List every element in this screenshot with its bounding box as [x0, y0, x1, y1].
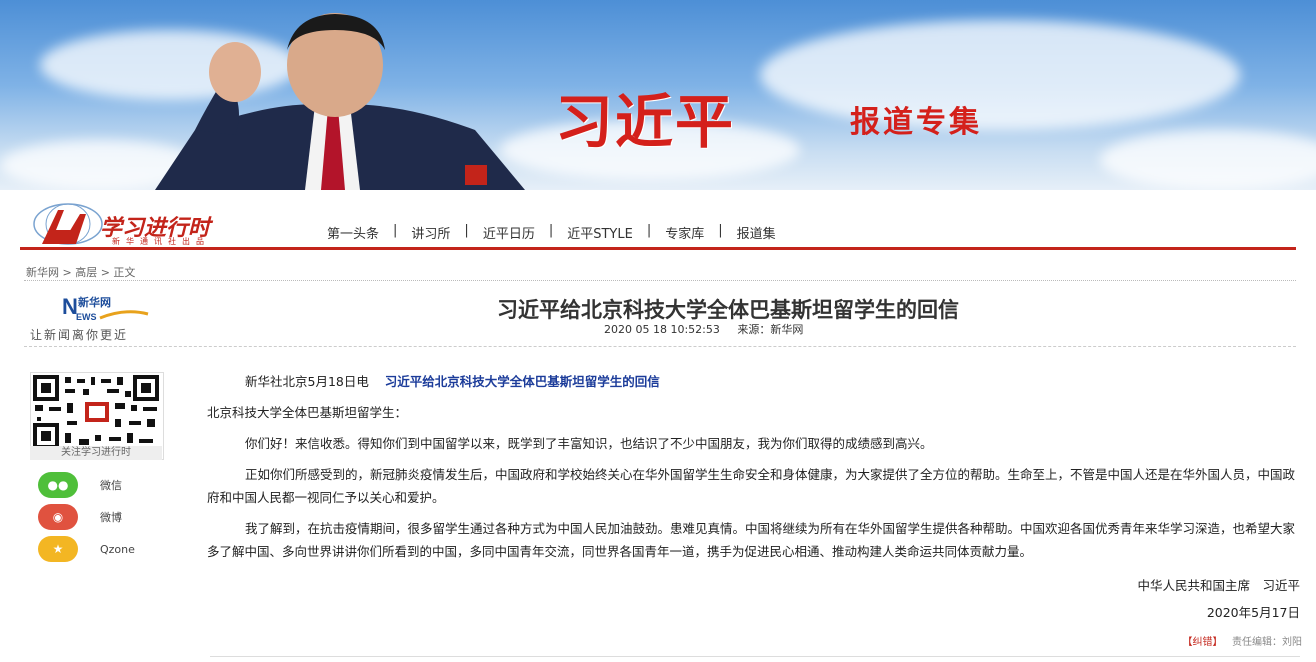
salutation: 北京科技大学全体巴基斯坦留学生：: [207, 405, 408, 420]
site-header: 学习进行时 新华通讯社出品 第一头条 | 讲习所 | 近平日历 | 近平STYLE | …: [20, 198, 1296, 250]
share-wechat[interactable]: ●● 微信: [38, 472, 122, 498]
wechat-icon: ●●: [38, 472, 78, 498]
article-meta: 2020 05 18 10:52:53 来源：新华网: [604, 321, 803, 337]
main-menu: 第一头条 | 讲习所 | 近平日历 | 近平STYLE | 专家库 | 报道集: [313, 223, 790, 242]
share-qzone[interactable]: ★ Qzone: [38, 536, 135, 562]
article-title: 习近平给北京科技大学全体巴基斯坦留学生的回信: [497, 298, 959, 322]
paragraph: 我了解到，在抗击疫情期间，很多留学生通过各种方式为中国人民加油鼓劲。患难见真情。…: [207, 521, 1296, 559]
signature: 中华人民共和国主席 习近平: [1137, 578, 1300, 593]
qzone-icon: ★: [38, 536, 78, 562]
article-body: 新华社北京5月18日电 习近平给北京科技大学全体巴基斯坦留学生的回信 北京科技大…: [207, 370, 1302, 571]
portrait-image: [155, 13, 525, 190]
divider: [24, 346, 1296, 347]
share-wechat-label: 微信: [100, 479, 122, 492]
article-lead: 新华社北京5月18日电 习近平给北京科技大学全体巴基斯坦留学生的回信: [207, 370, 1302, 393]
banner-title: 习近平: [555, 88, 736, 156]
share-qzone-label: Qzone: [100, 542, 135, 556]
article-date: 2020 05 18 10:52:53: [604, 323, 720, 336]
banner-subtitle: 报道专集: [850, 105, 982, 140]
xinhuanet-slogan: 让新闻离你更近: [30, 328, 129, 342]
share-weibo[interactable]: ◉ 微博: [38, 504, 122, 530]
weibo-icon: ◉: [38, 504, 78, 530]
nav-item-lecture[interactable]: 讲习所: [397, 223, 464, 242]
banner: 习近平 报道专集: [0, 0, 1316, 190]
site-logo-sub: 新华通讯社出品: [112, 237, 210, 246]
lead-prefix: 新华社北京5月18日电: [245, 374, 369, 389]
divider: [210, 656, 1300, 657]
divider: [24, 280, 1296, 281]
paragraph: 正如你们所感受到的，新冠肺炎疫情发生后，中国政府和学校始终关心在华外国留学生生命…: [207, 467, 1296, 505]
editor-name: 责任编辑：刘阳: [1232, 637, 1302, 648]
sign-date: 2020年5月17日: [1206, 605, 1300, 620]
nav-item-style[interactable]: 近平STYLE: [553, 223, 647, 242]
nav-item-headline[interactable]: 第一头条: [313, 223, 393, 242]
header-divider: [20, 247, 1296, 250]
nav-item-calendar[interactable]: 近平日历: [469, 223, 549, 242]
paragraph: 你们好！来信收悉。得知你们到中国留学以来，既学到了丰富知识，也结识了不少中国朋友…: [245, 436, 933, 451]
error-report-link[interactable]: 【纠错】: [1182, 637, 1222, 648]
share-weibo-label: 微博: [100, 511, 122, 524]
article-source: 来源：新华网: [737, 323, 804, 336]
nav-item-experts[interactable]: 专家库: [651, 223, 718, 242]
qr-label: 关注学习进行时: [30, 446, 162, 460]
editor-line: 【纠错】 责任编辑：刘阳: [0, 633, 1302, 648]
lead-link[interactable]: 习近平给北京科技大学全体巴基斯坦留学生的回信: [385, 374, 660, 389]
breadcrumb[interactable]: 新华网 > 高层 > 正文: [26, 264, 135, 280]
nav-item-reports[interactable]: 报道集: [723, 223, 790, 242]
